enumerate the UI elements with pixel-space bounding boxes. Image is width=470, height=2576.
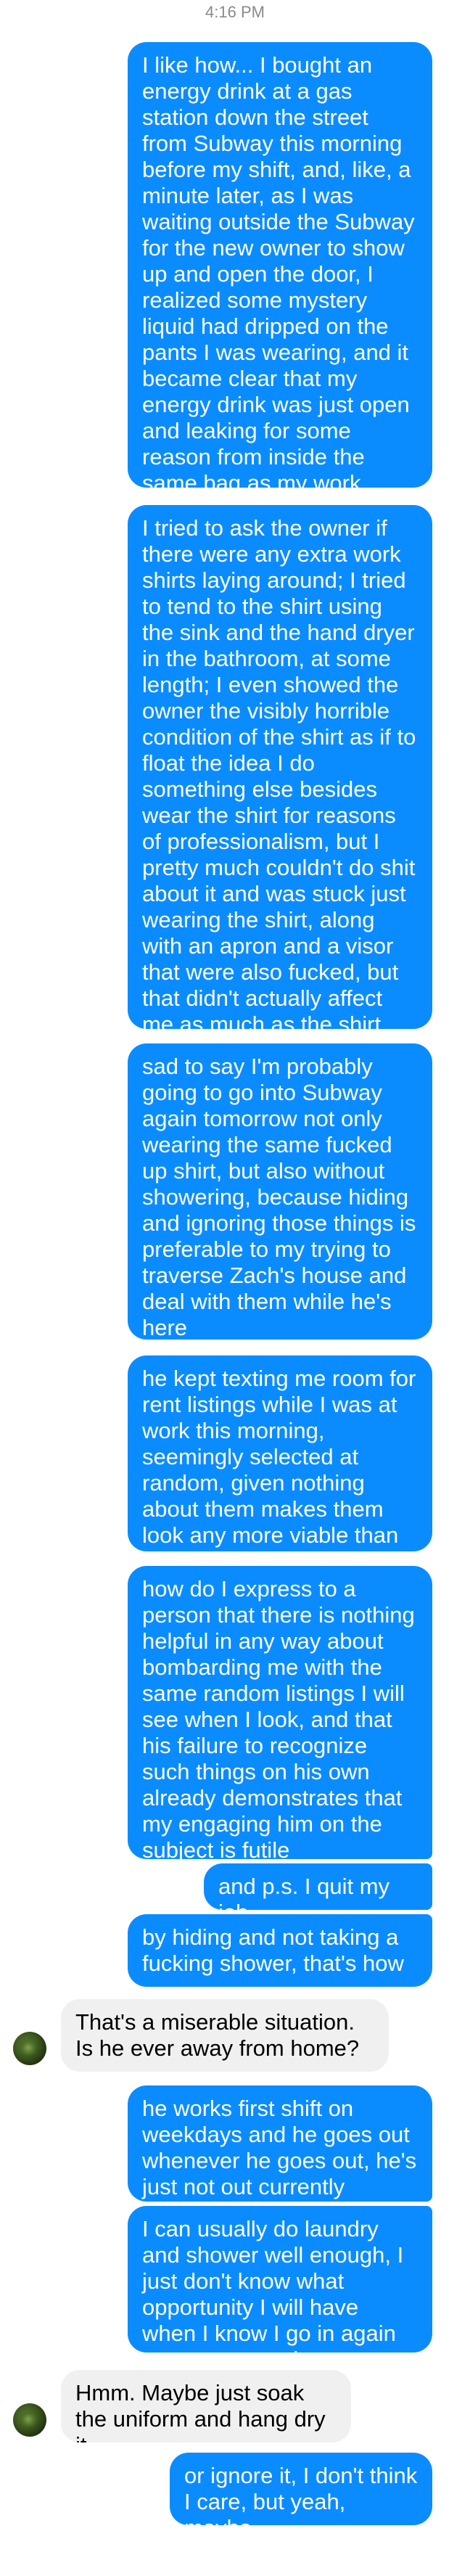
contact-avatar[interactable] [13,2403,46,2437]
message-bubble-sent[interactable]: by hiding and not taking a fucking showe… [128,1914,432,1987]
message-text: and p.s. I quit my job [218,1874,390,1910]
message-text: I tried to ask the owner if there were a… [142,515,416,1029]
message-bubble-sent[interactable]: or ignore it, I don't think I care, but … [170,2453,432,2525]
message-text: he kept texting me room for rent listing… [142,1366,416,1551]
message-text: That's a miserable situation. Is he ever… [75,2009,360,2061]
message-bubble-sent[interactable]: he kept texting me room for rent listing… [128,1355,432,1551]
message-bubble-sent[interactable]: he works first shift on weekdays and he … [128,2085,432,2202]
message-text: Hmm. Maybe just soak the uniform and han… [75,2380,326,2442]
message-bubble-received[interactable]: Hmm. Maybe just soak the uniform and han… [61,2370,351,2442]
message-bubble-received[interactable]: That's a miserable situation. Is he ever… [61,1999,389,2072]
message-bubble-sent[interactable]: I like how... I bought an energy drink a… [128,42,432,488]
message-text: I can usually do laundry and shower well… [142,2216,404,2353]
message-text: he works first shift on weekdays and he … [142,2096,417,2199]
message-bubble-sent[interactable]: I can usually do laundry and shower well… [128,2206,432,2353]
message-text: how do I express to a person that there … [142,1576,415,1859]
timestamp: 4:16 PM [205,3,265,21]
contact-avatar[interactable] [13,2032,46,2065]
message-text: I like how... I bought an energy drink a… [142,52,415,488]
message-bubble-sent[interactable]: I tried to ask the owner if there were a… [128,505,432,1029]
message-text: sad to say I'm probably going to go into… [142,1054,416,1340]
message-bubble-sent[interactable]: how do I express to a person that there … [128,1566,432,1859]
message-bubble-sent[interactable]: and p.s. I quit my job [204,1863,432,1910]
message-text: by hiding and not taking a fucking showe… [142,1924,404,1976]
message-bubble-sent[interactable]: sad to say I'm probably going to go into… [128,1043,432,1340]
message-text: or ignore it, I don't think I care, but … [184,2463,418,2525]
